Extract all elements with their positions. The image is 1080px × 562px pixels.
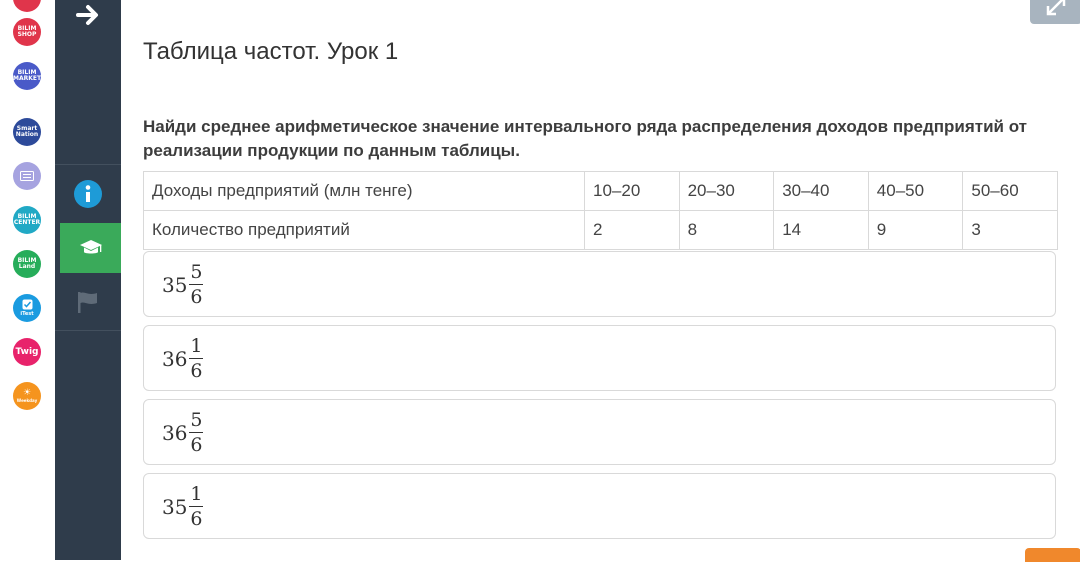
- graduation-cap-icon: [79, 240, 102, 254]
- answer-option-2[interactable]: 36 1 6: [143, 325, 1056, 391]
- row-header: Доходы предприятий (млн тенге): [143, 171, 585, 211]
- expand-icon: [1046, 0, 1066, 16]
- arrow-right-icon: [76, 5, 98, 25]
- bilim-market-icon[interactable]: BILIM MARKET: [13, 62, 41, 90]
- bilim-land-icon[interactable]: BILIM Land: [13, 250, 41, 278]
- mixed-number: 35 5 6: [162, 261, 204, 308]
- whole-part: 35: [162, 494, 188, 519]
- table-cell: 40–50: [867, 171, 964, 211]
- itest-label: iTest: [20, 311, 34, 317]
- denominator: 6: [190, 434, 203, 456]
- info-button[interactable]: [55, 166, 121, 222]
- flag-button[interactable]: [55, 276, 121, 328]
- table-cell: 10–20: [584, 171, 680, 211]
- table-cell: 50–60: [962, 171, 1058, 211]
- question-text: Найди среднее арифметическое значение ин…: [143, 117, 1027, 160]
- smart-nation-icon[interactable]: Smart Nation: [13, 118, 41, 146]
- next-button[interactable]: [55, 0, 121, 30]
- numerator: 5: [190, 409, 203, 431]
- numerator: 1: [190, 335, 203, 357]
- bilim-center-icon[interactable]: BILIM CENTER: [13, 206, 41, 234]
- whole-part: 36: [162, 346, 188, 371]
- keyboard-app-icon[interactable]: [13, 162, 41, 190]
- flag-icon: [78, 292, 97, 313]
- denominator: 6: [190, 360, 203, 382]
- whole-part: 35: [162, 272, 188, 297]
- info-icon: [74, 180, 102, 208]
- mixed-number: 35 1 6: [162, 483, 204, 530]
- frequency-table: Доходы предприятий (млн тенге) 10–20 20–…: [143, 171, 1058, 250]
- denominator: 6: [190, 508, 203, 530]
- table-row: Количество предприятий 2 8 14 9 3: [143, 210, 1058, 250]
- numerator: 1: [190, 483, 203, 505]
- numerator: 5: [190, 261, 203, 283]
- mixed-number: 36 5 6: [162, 409, 204, 456]
- page-title: Таблица частот. Урок 1: [143, 38, 399, 65]
- sidebar-divider: [55, 330, 121, 331]
- mixed-number: 36 1 6: [162, 335, 204, 382]
- table-cell: 8: [678, 210, 775, 250]
- twig-icon[interactable]: Twig: [13, 338, 41, 366]
- whole-part: 36: [162, 420, 188, 445]
- table-cell: 30–40: [773, 171, 869, 211]
- table-cell: 20–30: [678, 171, 775, 211]
- table-cell: 2: [584, 210, 680, 250]
- lesson-button[interactable]: [60, 223, 121, 273]
- table-row: Доходы предприятий (млн тенге) 10–20 20–…: [143, 171, 1058, 211]
- answer-option-4[interactable]: 35 1 6: [143, 473, 1056, 539]
- app-icon-top[interactable]: [13, 0, 41, 12]
- table-cell: 3: [962, 210, 1058, 250]
- app-rail: BILIM SHOP BILIM MARKET Smart Nation BIL…: [0, 0, 55, 560]
- bilim-shop-icon[interactable]: BILIM SHOP: [13, 18, 41, 46]
- table-cell: 9: [867, 210, 964, 250]
- lesson-sidebar: [55, 0, 121, 560]
- answer-option-1[interactable]: 35 5 6: [143, 251, 1056, 317]
- table-cell: 14: [773, 210, 869, 250]
- expand-button[interactable]: [1030, 0, 1080, 24]
- denominator: 6: [190, 286, 203, 308]
- answer-option-3[interactable]: 36 5 6: [143, 399, 1056, 465]
- weekday-icon[interactable]: ☀ Weekday: [13, 382, 41, 410]
- itest-icon[interactable]: iTest: [13, 294, 41, 322]
- sidebar-divider: [55, 164, 121, 165]
- weekday-label: Weekday: [16, 398, 38, 403]
- row-header: Количество предприятий: [143, 210, 585, 250]
